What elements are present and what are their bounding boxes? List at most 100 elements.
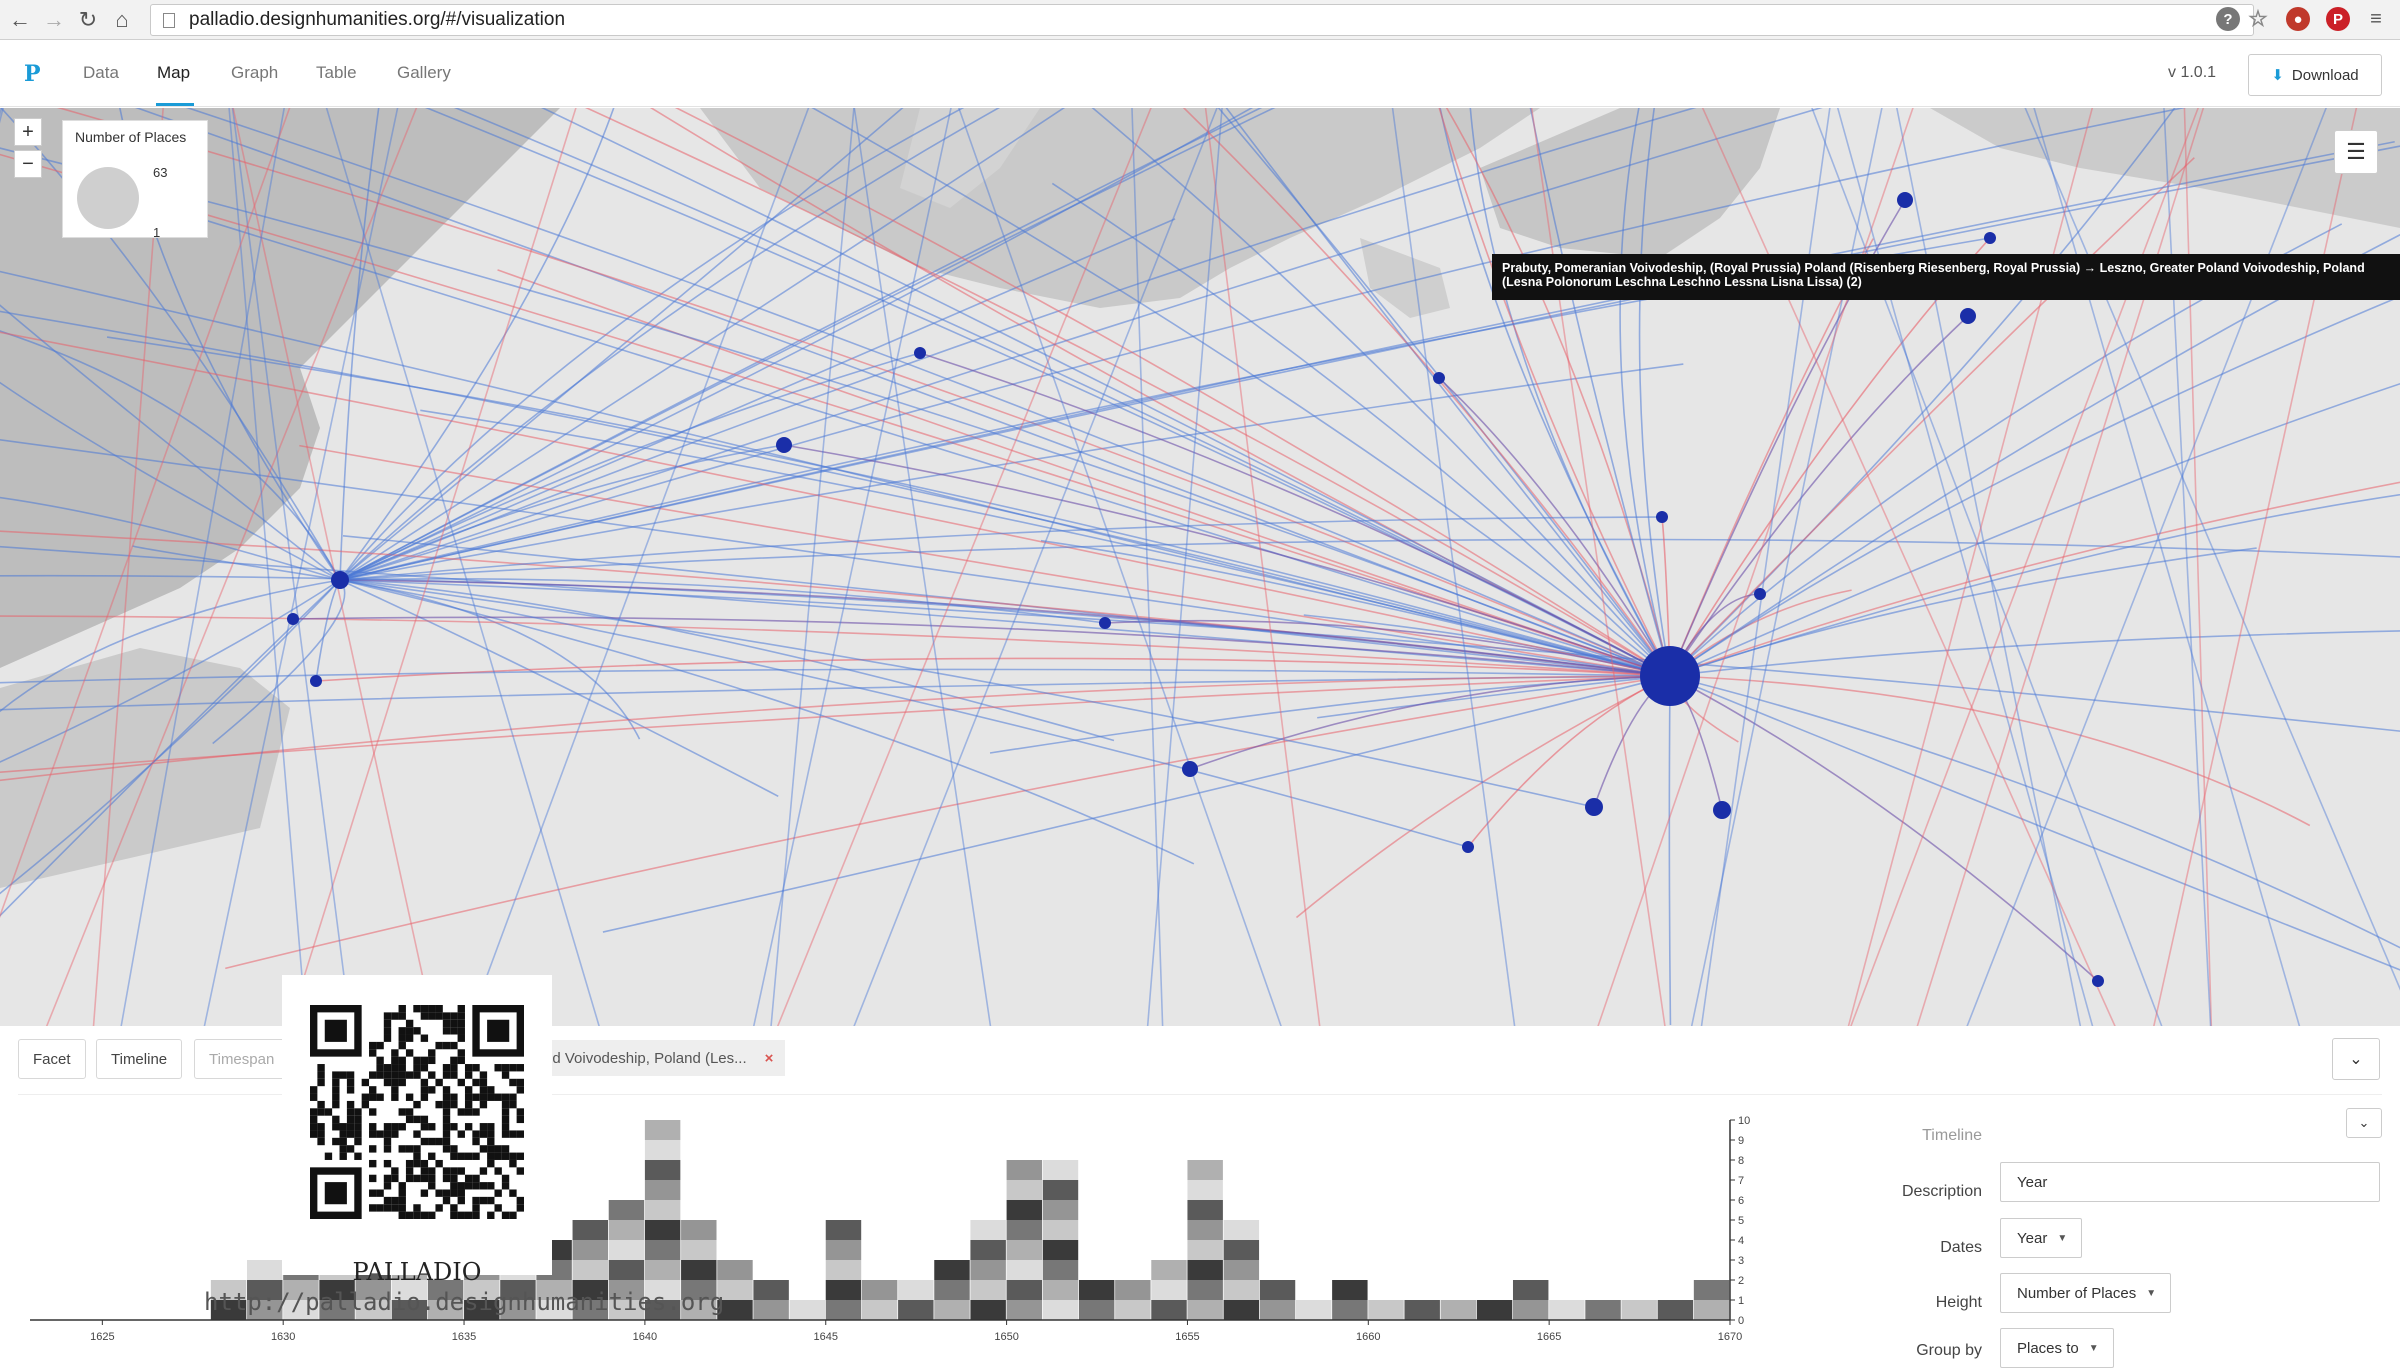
histogram-bar[interactable] bbox=[1006, 1160, 1043, 1180]
histogram-bar[interactable] bbox=[644, 1180, 681, 1200]
pinterest-icon[interactable]: P bbox=[2326, 7, 2350, 31]
tab-table[interactable]: Table bbox=[316, 63, 357, 83]
histogram-bar[interactable] bbox=[1078, 1300, 1115, 1320]
histogram-bar[interactable] bbox=[644, 1220, 681, 1240]
histogram-bar[interactable] bbox=[1006, 1240, 1043, 1260]
download-button[interactable]: ⬇ Download bbox=[2248, 54, 2382, 96]
adblock-icon[interactable]: ● bbox=[2286, 7, 2310, 31]
histogram-bar[interactable] bbox=[753, 1300, 789, 1320]
reload-icon[interactable]: ↻ bbox=[74, 6, 102, 34]
tab-graph[interactable]: Graph bbox=[231, 63, 278, 83]
histogram-bar[interactable] bbox=[681, 1240, 717, 1260]
histogram-bar[interactable] bbox=[644, 1200, 681, 1220]
info-icon[interactable]: ? bbox=[2216, 7, 2240, 31]
map-canvas[interactable] bbox=[0, 108, 2400, 1026]
forward-icon[interactable]: → bbox=[40, 6, 68, 34]
timespan-tab[interactable]: Timespan bbox=[194, 1039, 290, 1079]
histogram-bar[interactable] bbox=[1585, 1300, 1621, 1320]
histogram-bar[interactable] bbox=[1332, 1280, 1368, 1300]
map-place-node[interactable] bbox=[1754, 588, 1766, 600]
group-by-select[interactable]: Places to ▼ bbox=[2000, 1328, 2114, 1368]
histogram-bar[interactable] bbox=[1223, 1260, 1260, 1280]
map-place-node[interactable] bbox=[331, 571, 349, 589]
active-filter-chip[interactable]: nd Voivodeship, Poland (Les... × bbox=[530, 1040, 786, 1076]
layers-menu-icon[interactable]: ☰ bbox=[2334, 130, 2378, 174]
histogram-bar[interactable] bbox=[608, 1240, 645, 1260]
histogram-bar[interactable] bbox=[934, 1300, 970, 1320]
histogram-bar[interactable] bbox=[970, 1220, 1006, 1240]
histogram-bar[interactable] bbox=[1006, 1280, 1043, 1300]
histogram-bar[interactable] bbox=[1223, 1220, 1260, 1240]
histogram-bar[interactable] bbox=[681, 1220, 717, 1240]
histogram-bar[interactable] bbox=[1006, 1200, 1043, 1220]
histogram-bar[interactable] bbox=[717, 1260, 753, 1280]
histogram-bar[interactable] bbox=[644, 1120, 681, 1140]
histogram-bar[interactable] bbox=[572, 1220, 608, 1240]
histogram-bar[interactable] bbox=[825, 1300, 862, 1320]
histogram-bar[interactable] bbox=[572, 1260, 608, 1280]
map-place-node[interactable] bbox=[1182, 761, 1198, 777]
histogram-bar[interactable] bbox=[934, 1280, 970, 1300]
tab-map[interactable]: Map bbox=[157, 63, 190, 83]
star-icon[interactable]: ☆ bbox=[2246, 6, 2270, 31]
histogram-bar[interactable] bbox=[1621, 1300, 1657, 1320]
histogram-bar[interactable] bbox=[1223, 1280, 1260, 1300]
map-place-node[interactable] bbox=[1640, 646, 1700, 706]
chevron-down-icon[interactable]: ⌄ bbox=[2332, 1038, 2380, 1080]
map-place-node[interactable] bbox=[2092, 975, 2104, 987]
histogram-bar[interactable] bbox=[970, 1300, 1006, 1320]
histogram-bar[interactable] bbox=[753, 1280, 789, 1300]
histogram-bar[interactable] bbox=[1332, 1300, 1368, 1320]
histogram-bar[interactable] bbox=[1693, 1280, 1730, 1300]
histogram-bar[interactable] bbox=[1006, 1260, 1043, 1280]
histogram-bar[interactable] bbox=[1187, 1280, 1223, 1300]
histogram-bar[interactable] bbox=[644, 1240, 681, 1260]
map-place-node[interactable] bbox=[1433, 372, 1445, 384]
histogram-bar[interactable] bbox=[608, 1220, 645, 1240]
histogram-bar[interactable] bbox=[1404, 1300, 1440, 1320]
histogram-bar[interactable] bbox=[898, 1280, 934, 1300]
tab-data[interactable]: Data bbox=[83, 63, 119, 83]
histogram-bar[interactable] bbox=[1042, 1160, 1079, 1180]
histogram-bar[interactable] bbox=[1006, 1180, 1043, 1200]
histogram-bar[interactable] bbox=[1657, 1300, 1694, 1320]
histogram-bar[interactable] bbox=[898, 1300, 934, 1320]
histogram-bar[interactable] bbox=[970, 1240, 1006, 1260]
histogram-bar[interactable] bbox=[1042, 1180, 1079, 1200]
map-place-node[interactable] bbox=[776, 437, 792, 453]
histogram-bar[interactable] bbox=[1115, 1300, 1151, 1320]
histogram-bar[interactable] bbox=[1512, 1300, 1549, 1320]
histogram-bar[interactable] bbox=[825, 1280, 862, 1300]
histogram-bar[interactable] bbox=[1187, 1220, 1223, 1240]
histogram-bar[interactable] bbox=[1006, 1220, 1043, 1240]
zoom-in-button[interactable]: + bbox=[14, 118, 42, 146]
histogram-bar[interactable] bbox=[608, 1260, 645, 1280]
map-place-node[interactable] bbox=[1099, 617, 1111, 629]
histogram-bar[interactable] bbox=[1368, 1300, 1404, 1320]
palladio-logo[interactable]: P bbox=[24, 61, 41, 87]
map-place-node[interactable] bbox=[310, 675, 322, 687]
histogram-bar[interactable] bbox=[1042, 1240, 1079, 1260]
histogram-bar[interactable] bbox=[1295, 1300, 1332, 1320]
address-bar[interactable]: palladio.designhumanities.org/#/visualiz… bbox=[150, 4, 2254, 36]
histogram-bar[interactable] bbox=[1042, 1300, 1079, 1320]
map-place-node[interactable] bbox=[1656, 511, 1668, 523]
histogram-bar[interactable] bbox=[789, 1300, 826, 1320]
back-icon[interactable]: ← bbox=[6, 6, 34, 34]
map-place-node[interactable] bbox=[1713, 801, 1731, 819]
histogram-bar[interactable] bbox=[1187, 1300, 1223, 1320]
map-place-node[interactable] bbox=[1585, 798, 1603, 816]
histogram-bar[interactable] bbox=[1187, 1240, 1223, 1260]
histogram-bar[interactable] bbox=[681, 1260, 717, 1280]
dates-select[interactable]: Year ▼ bbox=[2000, 1218, 2083, 1258]
histogram-bar[interactable] bbox=[1042, 1280, 1079, 1300]
histogram-bar[interactable] bbox=[825, 1240, 862, 1260]
histogram-bar[interactable] bbox=[1259, 1300, 1296, 1320]
facet-tab[interactable]: Facet bbox=[18, 1039, 86, 1079]
histogram-bar[interactable] bbox=[644, 1260, 681, 1280]
histogram-bar[interactable] bbox=[1187, 1180, 1223, 1200]
home-icon[interactable]: ⌂ bbox=[108, 6, 136, 34]
description-field[interactable]: Year bbox=[2000, 1162, 2380, 1202]
histogram-bar[interactable] bbox=[825, 1220, 862, 1240]
tab-gallery[interactable]: Gallery bbox=[397, 63, 451, 83]
